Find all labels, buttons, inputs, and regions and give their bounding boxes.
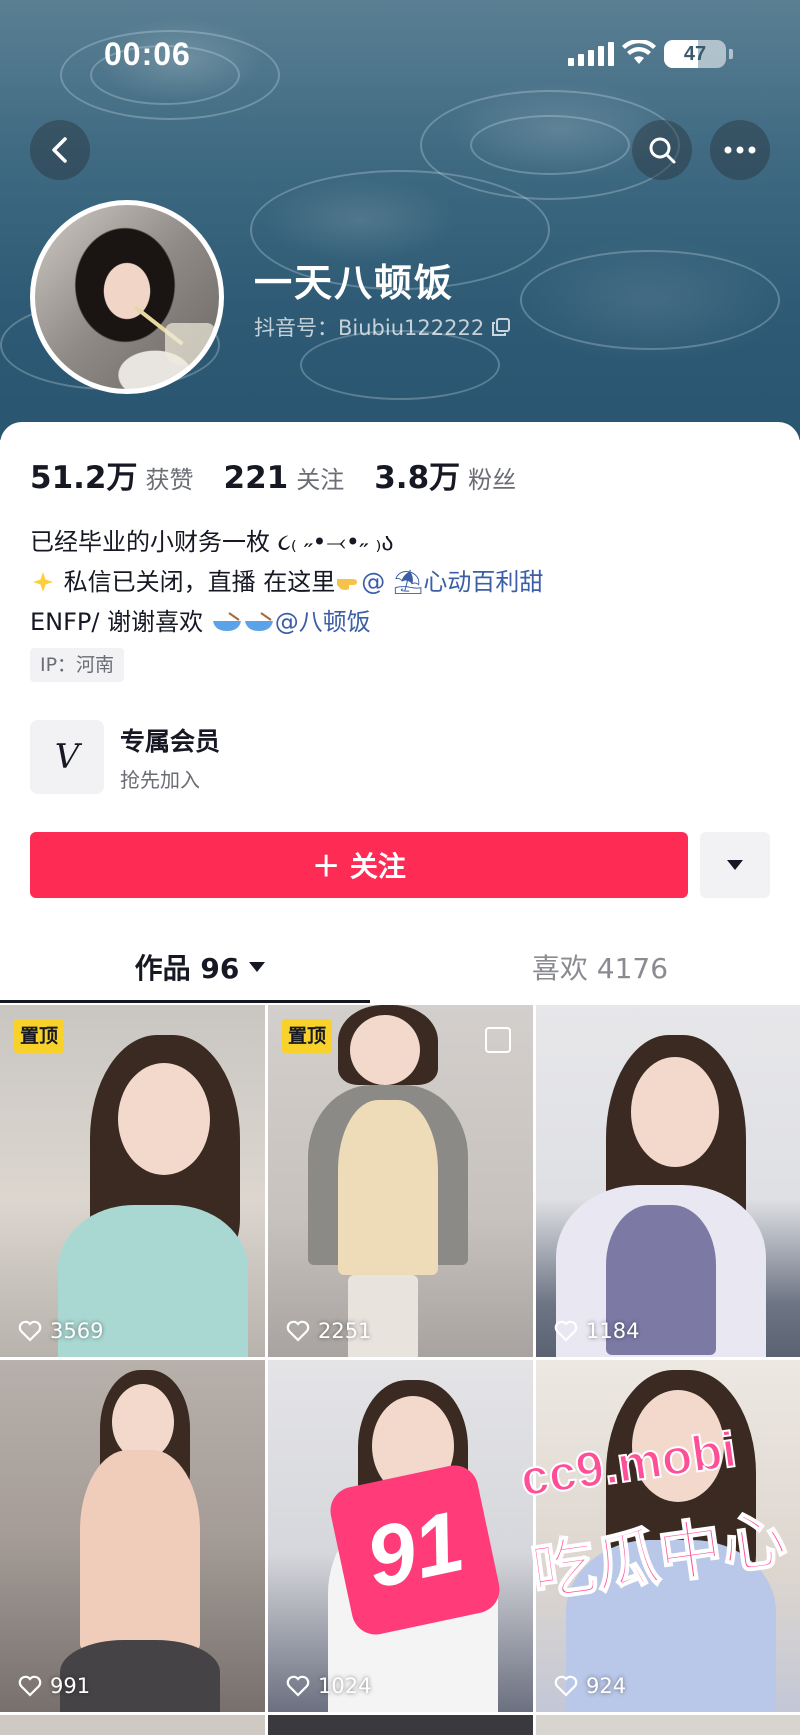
status-bar: 00:06 47	[0, 30, 800, 80]
heart-icon	[286, 1320, 310, 1342]
stats-row: 51.2万 获赞 221 关注 3.8万 粉丝	[30, 452, 546, 497]
pointing-hand-icon	[337, 579, 358, 590]
heart-icon	[18, 1675, 42, 1697]
stat-value: 221	[223, 460, 289, 496]
video-likes: 991	[18, 1674, 90, 1698]
bio-line-2: 私信已关闭，直播 在这里 @ ⛱心动百利甜	[30, 562, 543, 602]
stat-likes[interactable]: 51.2万 获赞	[30, 452, 194, 497]
stat-following[interactable]: 221 关注	[224, 460, 345, 496]
battery-icon: 47	[664, 40, 726, 68]
bio-link-account[interactable]: @八顿饭	[275, 608, 371, 636]
heart-icon	[286, 1675, 310, 1697]
membership-v-icon: V	[30, 720, 104, 794]
profile-page: 00:06 47 一天八顿饭 抖音号：Biubiu122222 51.2万 获赞…	[0, 0, 800, 1735]
video-likes-count: 3569	[50, 1319, 104, 1343]
battery-level: 47	[683, 43, 707, 65]
bio-link-live[interactable]: @ ⛱心动百利甜	[361, 568, 543, 596]
sparkle-star-icon	[33, 572, 53, 592]
stat-label: 获赞	[145, 466, 194, 494]
video-likes-count: 1184	[586, 1319, 640, 1343]
bowl-icon	[212, 612, 241, 631]
heart-icon	[554, 1675, 578, 1697]
search-button[interactable]	[632, 120, 692, 180]
watermark-text: 吃瓜中心	[526, 1501, 792, 1612]
tab-works-label: 作品 96	[134, 952, 240, 985]
video-thumbnail[interactable]	[0, 1715, 265, 1735]
video-likes: 1024	[286, 1674, 371, 1698]
membership-subtitle: 抢先加入	[120, 768, 200, 792]
chevron-left-icon	[52, 137, 67, 163]
nickname: 一天八顿饭	[254, 261, 455, 305]
heart-icon	[18, 1320, 42, 1342]
stat-followers[interactable]: 3.8万 粉丝	[374, 452, 516, 497]
video-thumbnail[interactable]	[536, 1715, 800, 1735]
video-likes: 2251	[286, 1319, 371, 1343]
bio-line-2-text: 私信已关闭，直播 在这里	[63, 568, 336, 596]
more-options-button[interactable]	[710, 120, 770, 180]
watermark: 91 cc9.mobi 吃瓜中心	[326, 1420, 800, 1665]
exclusive-membership[interactable]: V 专属会员 抢先加入	[30, 718, 530, 798]
membership-title: 专属会员	[120, 727, 221, 756]
status-time: 00:06	[104, 36, 191, 72]
tab-works[interactable]: 作品 96	[0, 932, 400, 1002]
video-likes-count: 991	[50, 1674, 91, 1698]
heart-icon	[554, 1320, 578, 1342]
video-likes: 3569	[18, 1319, 103, 1343]
video-likes-count: 924	[586, 1674, 627, 1698]
video-likes-count: 2251	[318, 1319, 372, 1343]
search-icon	[649, 137, 676, 164]
pinned-badge: 置顶	[282, 1019, 333, 1053]
bio-line-3: ENFP/ 谢谢喜欢 @八顿饭	[30, 602, 543, 642]
stat-value: 51.2万	[30, 460, 138, 496]
video-thumbnail[interactable]	[268, 1715, 533, 1735]
stat-value: 3.8万	[374, 460, 461, 496]
follow-options-button[interactable]	[700, 832, 770, 898]
caret-down-icon	[727, 860, 743, 870]
ip-location-tag: IP：河南	[30, 648, 125, 682]
multi-image-icon	[485, 1027, 511, 1053]
video-likes: 1184	[554, 1319, 639, 1343]
wifi-icon	[622, 40, 656, 64]
avatar[interactable]	[30, 200, 224, 394]
video-thumbnail[interactable]: 1184	[536, 1005, 800, 1357]
stat-label: 关注	[296, 466, 345, 494]
bowl-icon	[244, 612, 273, 631]
follow-button[interactable]: ＋ 关注	[30, 832, 688, 898]
watermark-badge: 91	[326, 1461, 504, 1639]
video-thumbnail[interactable]: 置顶 3569	[0, 1005, 265, 1357]
douyin-id-text: 抖音号：Biubiu122222	[254, 316, 485, 340]
bio-line-1: 已经毕业的小财务一枚 ૮₍ ˶•⤙•˶ ₎ა	[30, 528, 394, 556]
douyin-id[interactable]: 抖音号：Biubiu122222	[254, 312, 511, 342]
bio-line-3-text: ENFP/ 谢谢喜欢	[30, 608, 211, 636]
more-dots-icon	[724, 146, 756, 154]
active-tab-indicator	[0, 1000, 370, 1003]
copy-icon	[492, 318, 511, 336]
video-likes-count: 1024	[318, 1674, 372, 1698]
cellular-signal-icon	[568, 42, 614, 66]
profile-tabs: 作品 96 喜欢 4176	[0, 932, 800, 1003]
stat-label: 粉丝	[468, 466, 517, 494]
caret-down-icon	[249, 962, 266, 972]
video-thumbnail[interactable]: 991	[0, 1360, 265, 1712]
pinned-badge: 置顶	[14, 1019, 65, 1053]
tab-likes[interactable]: 喜欢 4176	[400, 932, 800, 1002]
bio: 已经毕业的小财务一枚 ૮₍ ˶•⤙•˶ ₎ა 私信已关闭，直播 在这里 @ ⛱心动…	[30, 522, 543, 642]
video-likes: 924	[554, 1674, 626, 1698]
video-thumbnail[interactable]: 置顶 2251	[268, 1005, 533, 1357]
back-button[interactable]	[30, 120, 90, 180]
